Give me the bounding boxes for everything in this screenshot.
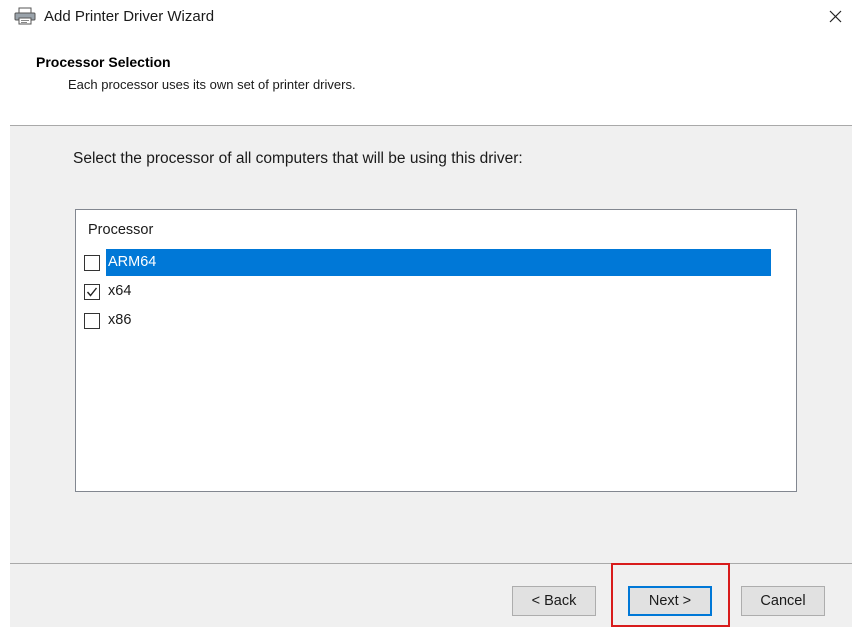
cancel-button[interactable]: Cancel xyxy=(741,586,825,616)
processor-item-x86[interactable]: x86 xyxy=(82,307,772,334)
processor-item-arm64[interactable]: ARM64 xyxy=(82,249,772,276)
window-title: Add Printer Driver Wizard xyxy=(44,8,215,25)
next-button-highlight xyxy=(611,563,730,627)
page-title: Processor Selection xyxy=(36,54,171,70)
instruction-text: Select the processor of all computers th… xyxy=(73,150,523,167)
close-icon xyxy=(829,10,841,22)
processor-label: x64 xyxy=(108,283,132,299)
page-subtitle: Each processor uses its own set of print… xyxy=(68,77,356,92)
processor-item-x64[interactable]: x64 xyxy=(82,278,772,305)
list-header: Processor xyxy=(88,222,154,238)
checkbox-arm64[interactable] xyxy=(84,255,100,271)
checkbox-x64[interactable] xyxy=(84,284,100,300)
processor-list[interactable]: Processor ARM64 x64 x86 xyxy=(75,209,797,492)
title-bar: Add Printer Driver Wizard xyxy=(0,0,852,32)
printer-icon xyxy=(14,7,36,25)
processor-label: ARM64 xyxy=(106,249,771,276)
back-button[interactable]: < Back xyxy=(512,586,596,616)
close-button[interactable] xyxy=(818,0,852,32)
processor-label: x86 xyxy=(108,312,132,328)
wizard-header: Processor Selection Each processor uses … xyxy=(0,32,852,126)
checkmark-icon xyxy=(86,287,98,297)
checkbox-x86[interactable] xyxy=(84,313,100,329)
